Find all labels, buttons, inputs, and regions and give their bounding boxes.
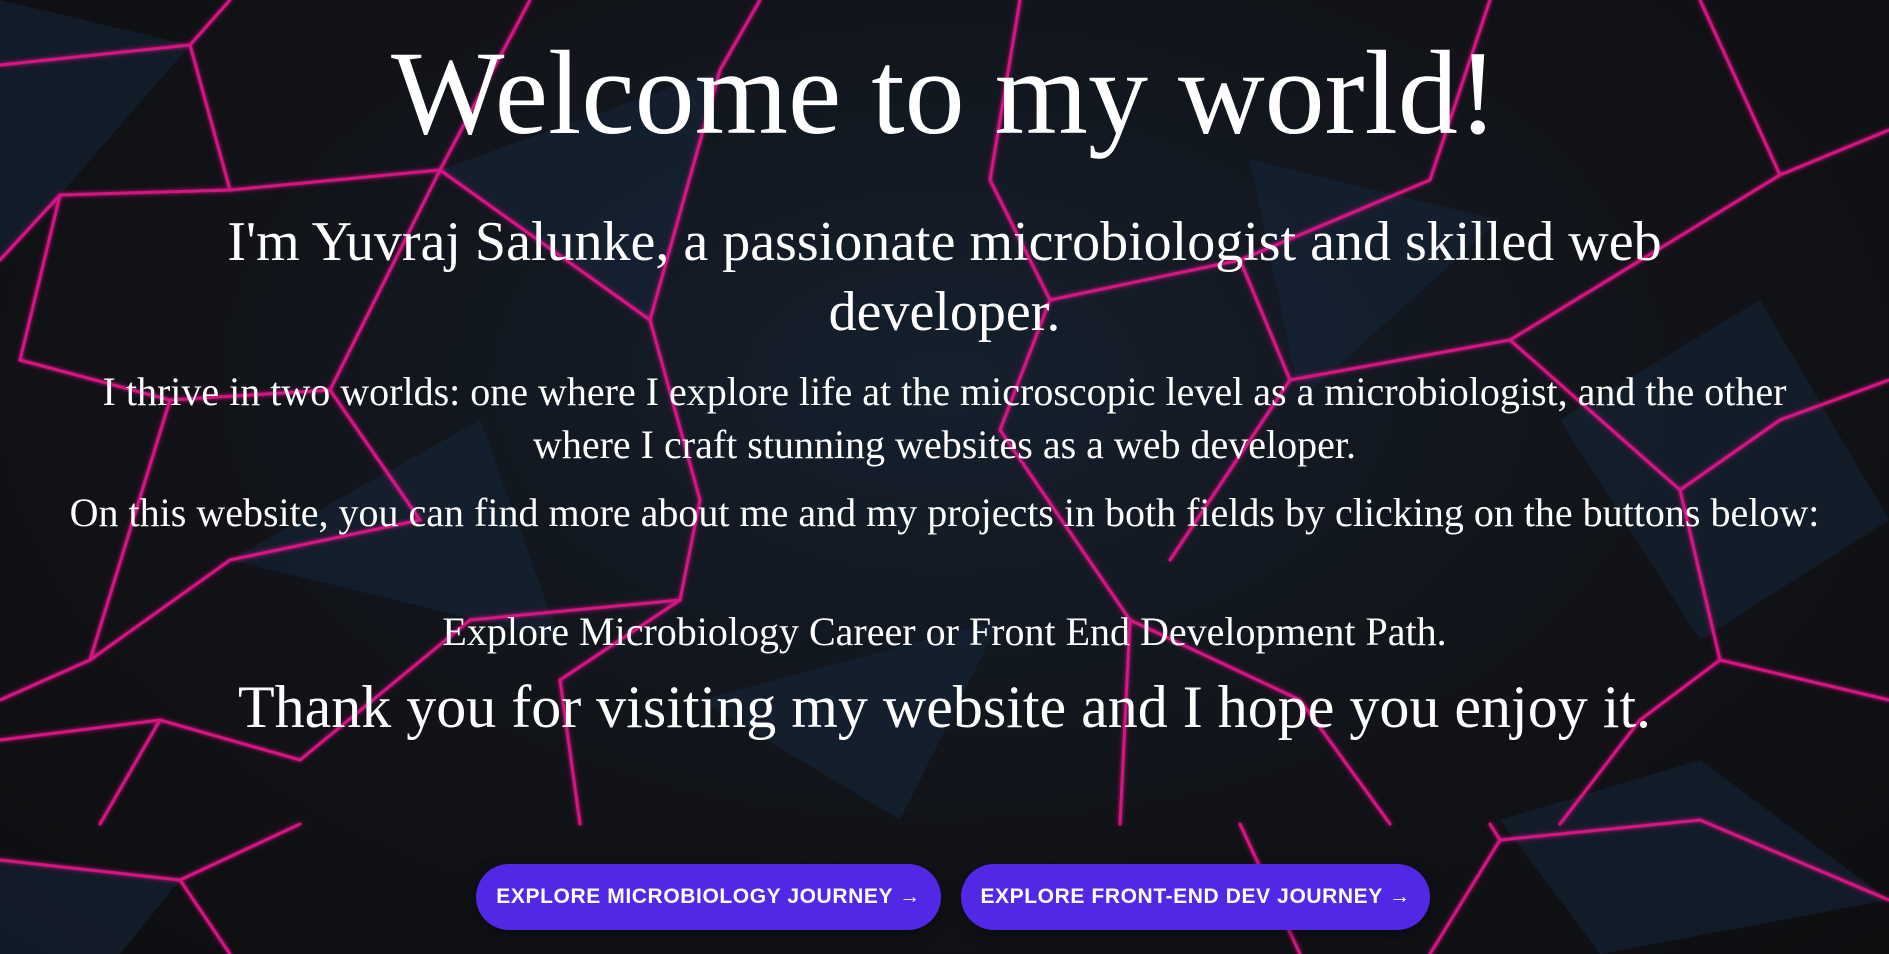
journey-buttons: EXPLORE MICROBIOLOGY JOURNEY → EXPLORE F… bbox=[0, 864, 1889, 930]
explore-microbiology-button[interactable]: EXPLORE MICROBIOLOGY JOURNEY → bbox=[476, 864, 941, 930]
explore-frontend-button[interactable]: EXPLORE FRONT-END DEV JOURNEY → bbox=[961, 864, 1430, 930]
hero-section: Welcome to my world! I'm Yuvraj Salunke,… bbox=[0, 0, 1889, 824]
explore-paths-paragraph: Explore Microbiology Career or Front End… bbox=[442, 609, 1447, 654]
two-worlds-paragraph: I thrive in two worlds: one where I expl… bbox=[102, 369, 1787, 467]
intro-heading: I'm Yuvraj Salunke, a passionate microbi… bbox=[227, 211, 1662, 343]
page-title: Welcome to my world! bbox=[391, 26, 1498, 159]
navigation-hint-paragraph: On this website, you can find more about… bbox=[69, 490, 1820, 535]
thank-you-heading: Thank you for visiting my website and I … bbox=[237, 674, 1652, 740]
landing-page: Welcome to my world! I'm Yuvraj Salunke,… bbox=[0, 0, 1889, 954]
